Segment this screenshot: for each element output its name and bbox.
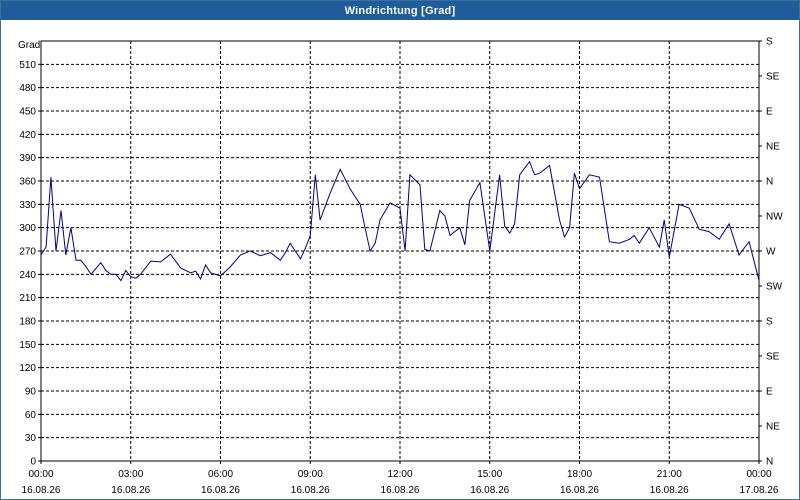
y-tick-label: 360 [19, 177, 36, 188]
x-tick-time: 00:00 [28, 469, 53, 480]
x-tick-date: 16.08.26 [291, 485, 330, 496]
x-tick-time: 03:00 [118, 469, 143, 480]
chart-window: Windrichtung [Grad] 0 30 60 90 120 150 180 210 2… [0, 0, 800, 500]
y-tick-label: 450 [19, 107, 36, 118]
x-tick-date: 16.08.26 [560, 485, 599, 496]
y2-tick-label: S [766, 37, 773, 48]
y2-tick-label: NE [766, 422, 780, 433]
y2-tick-label: N [766, 457, 773, 468]
y2-axis-labels: N NE E SE S SW W NW N NE E SE S [766, 37, 783, 468]
grid [41, 40, 759, 461]
y-tick-label: 300 [19, 223, 36, 234]
x-tick-date: 16.08.26 [470, 485, 509, 496]
y-tick-label: 120 [19, 363, 36, 374]
y-tick-label: 390 [19, 153, 36, 164]
x-tick-time: 21:00 [657, 469, 682, 480]
y-tick-label: 420 [19, 130, 36, 141]
y-tick-label: 150 [19, 340, 36, 351]
x-tick-date: 16.08.26 [111, 485, 150, 496]
x-tick-date: 17.08.26 [740, 485, 779, 496]
y2-tick-label: N [766, 177, 773, 188]
y2-tick-label: SE [766, 72, 780, 83]
y2-tick-label: E [766, 107, 773, 118]
x-tick-date: 16.08.26 [381, 485, 420, 496]
x-tick-time: 18:00 [567, 469, 592, 480]
y-tick-label: 210 [19, 293, 36, 304]
x-tick-time: 00:00 [746, 469, 771, 480]
x-tick-date: 16.08.26 [650, 485, 689, 496]
y2-tick-label: NE [766, 142, 780, 153]
x-tick-date: 16.08.26 [201, 485, 240, 496]
y-axis-labels: 0 30 60 90 120 150 180 210 240 270 300 330 360 390 420… [19, 60, 36, 468]
y-tick-label: 480 [19, 83, 36, 94]
y-tick-label: 0 [30, 457, 36, 468]
y-tick-label: 30 [25, 433, 37, 444]
x-tick-date: 16.08.26 [22, 485, 61, 496]
y-tick-label: 240 [19, 270, 36, 281]
y2-tick-label: SE [766, 352, 780, 363]
line-chart: 0 30 60 90 120 150 180 210 240 270 300 330 360 390 420… [18, 37, 783, 497]
y-axis-title: Grad [18, 40, 40, 51]
y2-tick-label: SW [766, 282, 783, 293]
x-tick-time: 06:00 [208, 469, 233, 480]
y2-tick-label: E [766, 387, 773, 398]
y-tick-label: 510 [19, 60, 36, 71]
x-tick-time: 15:00 [477, 469, 502, 480]
y2-tick-label: W [766, 247, 776, 258]
y2-tick-label: S [766, 317, 773, 328]
x-tick-time: 09:00 [298, 469, 323, 480]
y2-tick-label: NW [766, 212, 783, 223]
y-tick-label: 60 [25, 410, 37, 421]
y-tick-label: 330 [19, 200, 36, 211]
x-axis-labels: 00:00 16.08.26 03:00 16.08.26 06:00 16.08.26 0… [22, 469, 779, 496]
x-tick-time: 12:00 [387, 469, 412, 480]
y-tick-label: 90 [25, 387, 37, 398]
y-tick-label: 180 [19, 317, 36, 328]
y-tick-label: 270 [19, 247, 36, 258]
